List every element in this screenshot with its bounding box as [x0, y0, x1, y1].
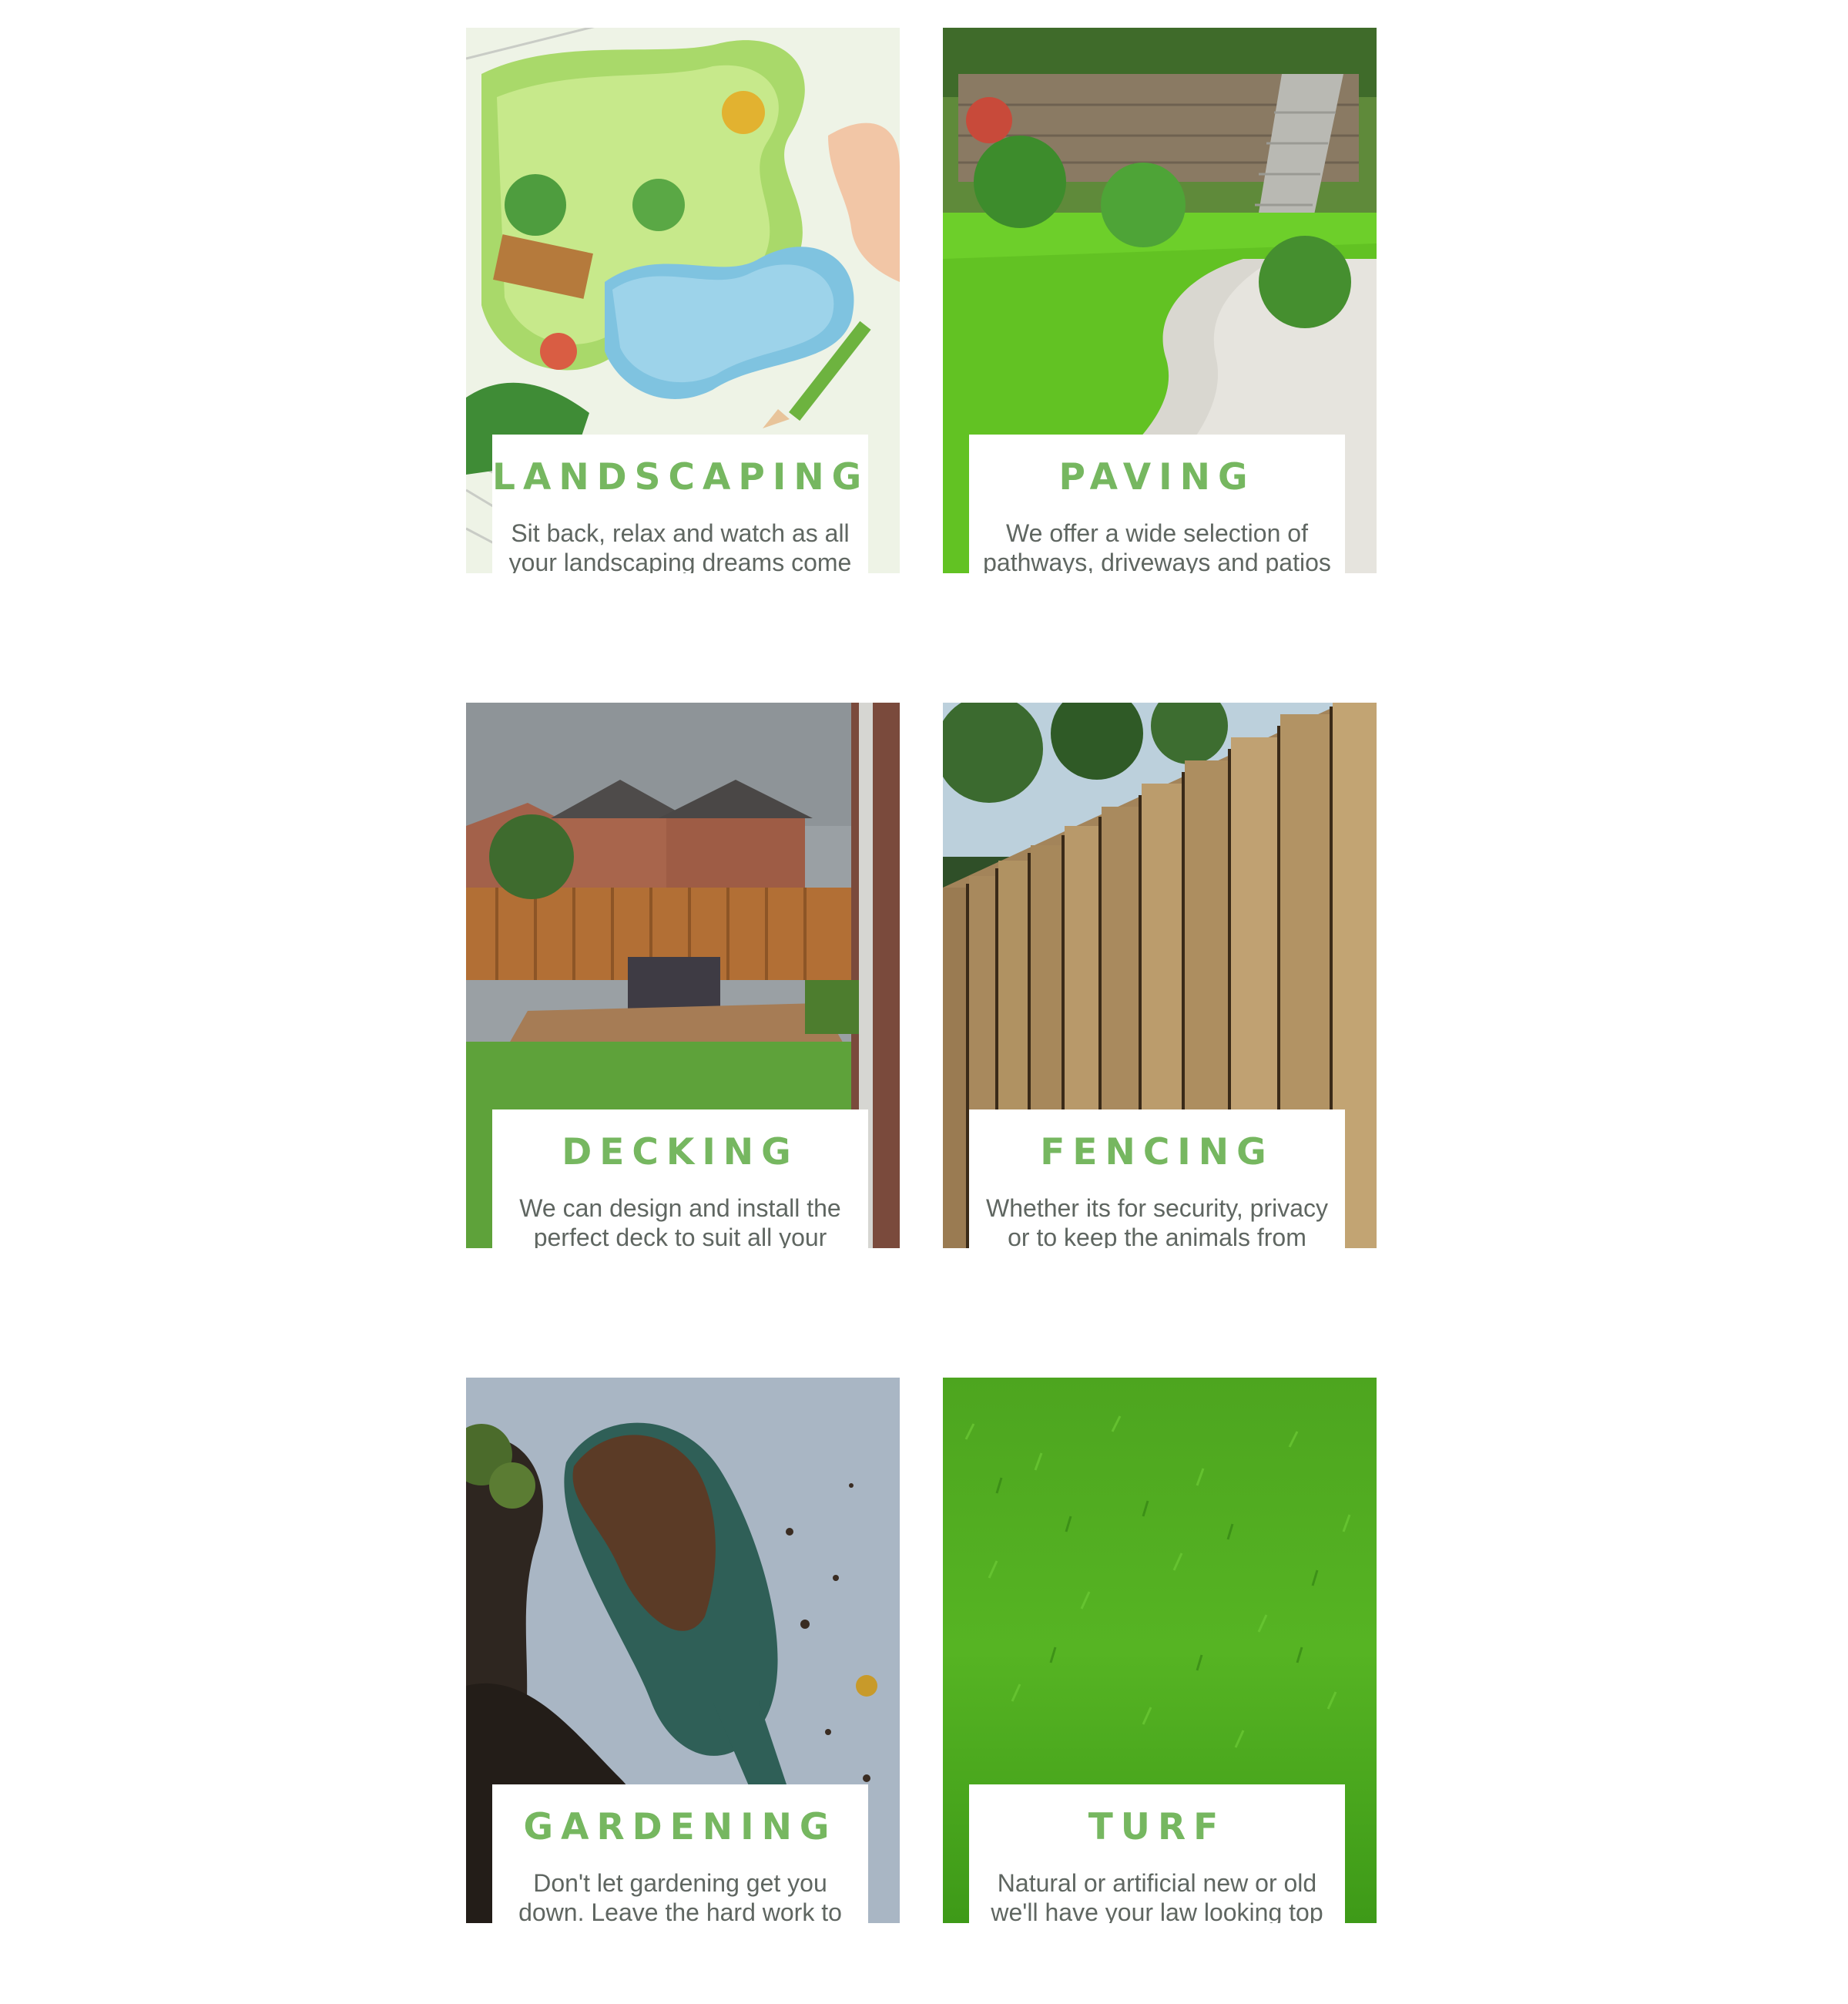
service-card-paving[interactable]: PAVING We offer a wide selection of path… — [943, 28, 1377, 573]
service-card-panel: TURF Natural or artificial new or old we… — [969, 1784, 1345, 1923]
service-description: Don't let gardening get you down. Leave … — [518, 1869, 842, 1923]
service-title: TURF — [1088, 1806, 1226, 1848]
service-card-panel: GARDENING Don't let gardening get you do… — [492, 1784, 868, 1923]
service-title: FENCING — [1040, 1131, 1274, 1173]
service-card-panel: PAVING We offer a wide selection of path… — [969, 435, 1345, 573]
service-card-panel: FENCING Whether its for security, privac… — [969, 1109, 1345, 1248]
service-title: PAVING — [1058, 456, 1256, 498]
service-title: DECKING — [562, 1131, 799, 1173]
service-card-panel: DECKING We can design and install the pe… — [492, 1109, 868, 1248]
service-description: We can design and install the perfect de… — [519, 1194, 841, 1248]
service-card-decking[interactable]: DECKING We can design and install the pe… — [466, 703, 900, 1248]
service-card-turf[interactable]: TURF Natural or artificial new or old we… — [943, 1378, 1377, 1923]
service-description: Sit back, relax and watch as all your la… — [508, 519, 852, 573]
service-title: LANDSCAPING — [492, 456, 870, 498]
service-description: Natural or artificial new or old we'll h… — [991, 1869, 1323, 1923]
service-card-fencing[interactable]: FENCING Whether its for security, privac… — [943, 703, 1377, 1248]
service-card-gardening[interactable]: GARDENING Don't let gardening get you do… — [466, 1378, 900, 1923]
service-card-landscaping[interactable]: LANDSCAPING Sit back, relax and watch as… — [466, 28, 900, 573]
service-description: We offer a wide selection of pathways, d… — [983, 519, 1331, 573]
service-description: Whether its for security, privacy or to … — [986, 1194, 1328, 1248]
service-card-panel: LANDSCAPING Sit back, relax and watch as… — [492, 435, 868, 573]
service-title: GARDENING — [523, 1806, 837, 1848]
